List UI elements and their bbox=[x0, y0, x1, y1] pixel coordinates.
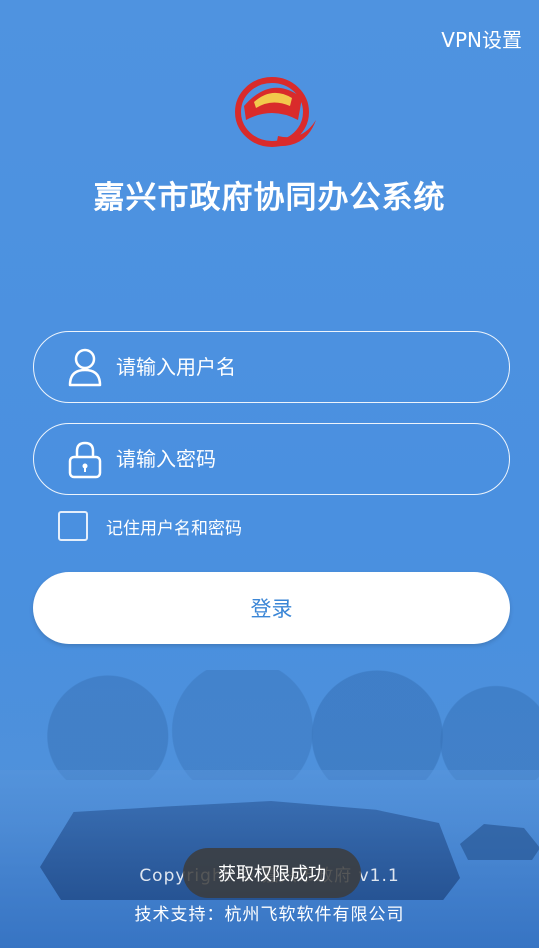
remember-checkbox[interactable] bbox=[58, 511, 88, 541]
username-field[interactable] bbox=[33, 331, 510, 403]
tech-support-text: 技术支持：杭州飞软软件有限公司 bbox=[134, 905, 405, 925]
remember-label: 记住用户名和密码 bbox=[106, 518, 242, 539]
user-icon bbox=[66, 347, 104, 387]
login-button[interactable]: 登录 bbox=[33, 572, 510, 644]
vpn-settings-link[interactable]: VPN设置 bbox=[441, 24, 522, 53]
app-title: 嘉兴市政府协同办公系统 bbox=[93, 180, 446, 216]
scenery-trees bbox=[0, 670, 539, 780]
toast-message: 获取权限成功 bbox=[183, 848, 361, 898]
remember-credentials[interactable]: 记住用户名和密码 bbox=[58, 511, 242, 541]
lock-icon bbox=[66, 439, 104, 479]
username-input[interactable] bbox=[114, 354, 509, 380]
party-emblem-logo bbox=[232, 76, 318, 152]
password-field[interactable] bbox=[33, 423, 510, 495]
password-input[interactable] bbox=[114, 446, 509, 472]
